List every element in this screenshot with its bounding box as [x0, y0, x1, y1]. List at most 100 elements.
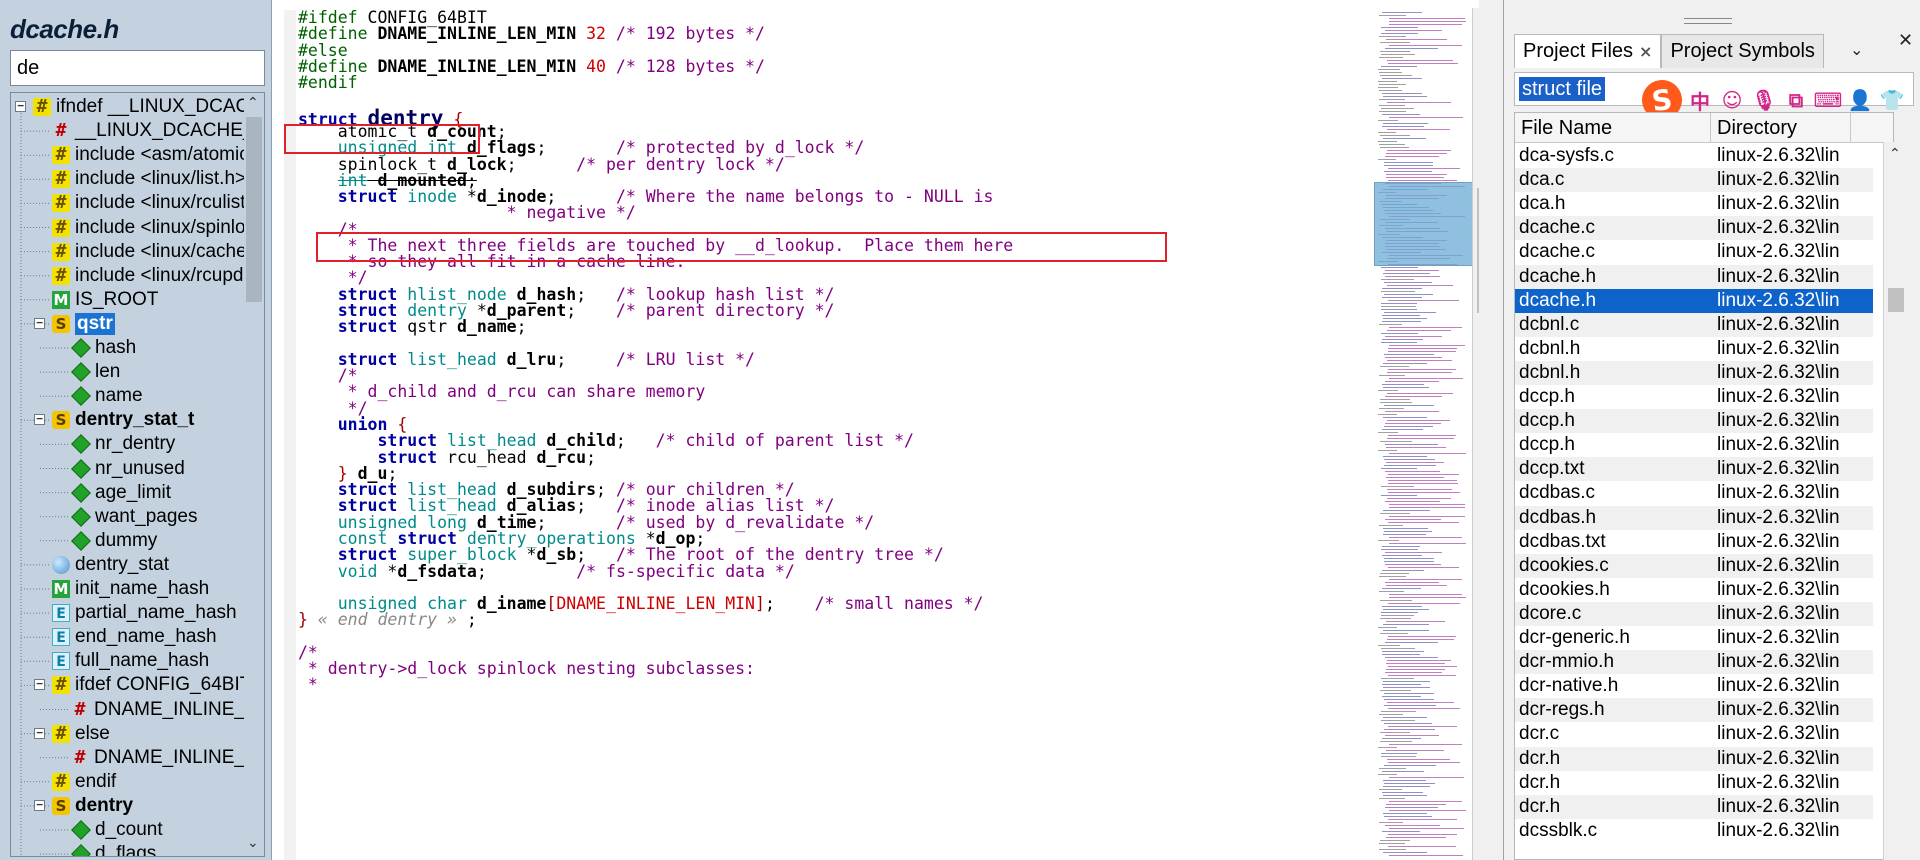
- file-row[interactable]: dccp.h linux-2.6.32\lin: [1515, 409, 1873, 434]
- scroll-down-arrow-icon[interactable]: ⌄: [247, 835, 259, 851]
- file-row[interactable]: dca.c linux-2.6.32\lin: [1515, 168, 1873, 193]
- file-row[interactable]: dcore.c linux-2.6.32\lin: [1515, 601, 1873, 626]
- code-line[interactable]: struct qstr d_name;: [298, 317, 527, 337]
- tree-item[interactable]: # include <linux/rcupdate.h>: [52, 264, 264, 288]
- file-row[interactable]: dcdbas.h linux-2.6.32\lin: [1515, 505, 1873, 530]
- file-row[interactable]: dcookies.h linux-2.6.32\lin: [1515, 578, 1873, 602]
- scroll-up-arrow-icon[interactable]: ⌃: [1889, 146, 1901, 162]
- tree-item[interactable]: dummy: [71, 529, 157, 553]
- code-line[interactable]: } « end dentry » ;: [298, 610, 477, 630]
- file-row[interactable]: dcache.h linux-2.6.32\lin: [1515, 264, 1873, 289]
- tab-close-icon[interactable]: ×: [1639, 42, 1652, 61]
- microphone-icon[interactable]: 🎙: [1750, 86, 1778, 114]
- tree-item[interactable]: nr_dentry: [71, 432, 175, 456]
- tree-collapse-toggle[interactable]: −: [34, 413, 45, 426]
- close-icon[interactable]: ✕: [1898, 30, 1913, 51]
- tab-project-files[interactable]: Project Files ×: [1514, 34, 1662, 68]
- tree-item[interactable]: # endif: [52, 770, 116, 794]
- tree-item[interactable]: # include <asm/atomic.h>: [52, 143, 264, 167]
- tree-item[interactable]: Efull_name_hash: [52, 649, 209, 673]
- code-line[interactable]: void *d_fsdata; /* fs-specific data */: [298, 562, 795, 582]
- code-line[interactable]: * dentry->d_lock spinlock nesting subcla…: [298, 659, 755, 679]
- file-row[interactable]: dcr.c linux-2.6.32\lin: [1515, 722, 1873, 746]
- file-row[interactable]: dcr-native.h linux-2.6.32\lin: [1515, 674, 1873, 698]
- clipboard-icon[interactable]: ⧉: [1782, 86, 1810, 114]
- tree-item[interactable]: Sdentry: [52, 794, 133, 818]
- code-line[interactable]: #define DNAME_INLINE_LEN_MIN 32 /* 192 b…: [298, 24, 765, 44]
- tree-item[interactable]: name: [71, 384, 143, 408]
- tree-item[interactable]: want_pages: [71, 505, 197, 529]
- tree-item[interactable]: # include <linux/spinlock.h>: [52, 216, 264, 240]
- file-row[interactable]: dcr.h linux-2.6.32\lin: [1515, 746, 1873, 771]
- tree-item[interactable]: # __LINUX_DCACHE_H: [52, 119, 264, 143]
- file-list-scroll-thumb[interactable]: [1888, 288, 1904, 312]
- panel-grip-handle[interactable]: [1684, 18, 1732, 24]
- tree-item[interactable]: dentry_stat: [52, 553, 169, 577]
- tree-scrollbar[interactable]: ⌃ ⌄: [244, 93, 264, 856]
- tree-item[interactable]: Minit_name_hash: [52, 577, 209, 601]
- emoji-icon[interactable]: ☺: [1718, 86, 1746, 114]
- tree-item[interactable]: nr_unused: [71, 457, 185, 481]
- tree-item[interactable]: d_flags: [71, 842, 156, 856]
- file-row[interactable]: dcr.h linux-2.6.32\lin: [1515, 794, 1873, 819]
- file-row[interactable]: dcache.h linux-2.6.32\lin: [1515, 288, 1873, 313]
- tree-item[interactable]: Sdentry_stat_t: [52, 408, 194, 432]
- column-header-directory[interactable]: Directory: [1711, 113, 1851, 143]
- file-row[interactable]: dcr-regs.h linux-2.6.32\lin: [1515, 698, 1873, 723]
- file-row[interactable]: dccp.h linux-2.6.32\lin: [1515, 433, 1873, 457]
- keyboard-icon[interactable]: ⌨: [1814, 86, 1843, 114]
- chinese-mode-icon[interactable]: 中: [1686, 86, 1714, 114]
- file-row[interactable]: dcssblk.c linux-2.6.32\lin: [1515, 819, 1873, 843]
- tree-item[interactable]: # ifdef CONFIG_64BIT: [52, 673, 251, 697]
- tree-collapse-toggle[interactable]: −: [34, 317, 45, 329]
- tree-item[interactable]: Sqstr: [52, 312, 115, 336]
- tree-collapse-toggle[interactable]: −: [34, 678, 45, 691]
- file-row[interactable]: dcbnl.h linux-2.6.32\lin: [1515, 360, 1873, 385]
- tree-item[interactable]: # ifndef __LINUX_DCACHE_H: [33, 95, 264, 119]
- code-line[interactable]: struct list_head d_lru; /* LRU list */: [298, 350, 755, 370]
- scroll-up-arrow-icon[interactable]: ⌃: [247, 95, 259, 111]
- tree-item[interactable]: # include <linux/cache.h>: [52, 240, 264, 264]
- scroll-up-arrow-icon[interactable]: ⌃: [1478, 12, 1479, 28]
- tree-collapse-toggle[interactable]: −: [15, 100, 26, 112]
- file-row[interactable]: dccp.h linux-2.6.32\lin: [1515, 385, 1873, 409]
- tree-item[interactable]: # include <linux/rculist.h>: [52, 191, 264, 215]
- tree-item[interactable]: # DNAME_INLINE_LEN_MIN: [71, 698, 264, 722]
- tab-project-symbols[interactable]: Project Symbols: [1661, 34, 1824, 68]
- file-row[interactable]: dcbnl.c linux-2.6.32\lin: [1515, 312, 1873, 337]
- file-row[interactable]: dcr.h linux-2.6.32\lin: [1515, 771, 1873, 795]
- file-row[interactable]: dcr-mmio.h linux-2.6.32\lin: [1515, 650, 1873, 675]
- tree-item[interactable]: age_limit: [71, 481, 171, 505]
- file-row[interactable]: dcr-generic.h linux-2.6.32\lin: [1515, 626, 1873, 650]
- file-row[interactable]: dccp.txt linux-2.6.32\lin: [1515, 457, 1873, 482]
- code-editor[interactable]: #ifdef CONFIG_64BIT #define DNAME_INLINE_…: [272, 0, 1479, 860]
- code-line[interactable]: #endif: [298, 73, 358, 93]
- file-list-scrollbar[interactable]: ⌃: [1883, 142, 1907, 860]
- code-line[interactable]: *: [298, 675, 318, 695]
- tree-item[interactable]: # DNAME_INLINE_LEN_MIN: [71, 746, 264, 770]
- tree-item[interactable]: M IS_ROOT: [52, 288, 158, 312]
- tree-item[interactable]: # include <linux/list.h>: [52, 167, 246, 191]
- code-minimap[interactable]: [1372, 8, 1476, 860]
- tree-item[interactable]: len: [71, 360, 120, 384]
- tree-item[interactable]: Eend_name_hash: [52, 625, 217, 649]
- file-row[interactable]: dca-sysfs.c linux-2.6.32\lin: [1515, 144, 1873, 168]
- symbol-filter-input[interactable]: [10, 50, 265, 86]
- tree-item[interactable]: # else: [52, 722, 110, 746]
- file-row[interactable]: dcbnl.h linux-2.6.32\lin: [1515, 337, 1873, 361]
- search-selected-text[interactable]: struct file: [1519, 77, 1606, 101]
- tree-item[interactable]: Epartial_name_hash: [52, 601, 237, 625]
- column-header-file-name[interactable]: File Name: [1515, 113, 1711, 143]
- file-row[interactable]: dcache.c linux-2.6.32\lin: [1515, 240, 1873, 264]
- editor-scrollbar[interactable]: ⌃: [1472, 8, 1479, 860]
- file-row[interactable]: dca.h linux-2.6.32\lin: [1515, 192, 1873, 216]
- file-row[interactable]: dcache.c linux-2.6.32\lin: [1515, 216, 1873, 241]
- tree-scroll-thumb[interactable]: [246, 117, 262, 302]
- tree-item[interactable]: hash: [71, 336, 136, 360]
- tree-item[interactable]: d_count: [71, 818, 163, 842]
- tree-collapse-toggle[interactable]: −: [34, 799, 45, 811]
- user-icon[interactable]: 👤: [1846, 86, 1874, 114]
- file-row[interactable]: dcdbas.c linux-2.6.32\lin: [1515, 481, 1873, 505]
- chevron-down-icon[interactable]: ⌄: [1850, 40, 1863, 59]
- editor-scroll-thumb[interactable]: [1477, 188, 1479, 313]
